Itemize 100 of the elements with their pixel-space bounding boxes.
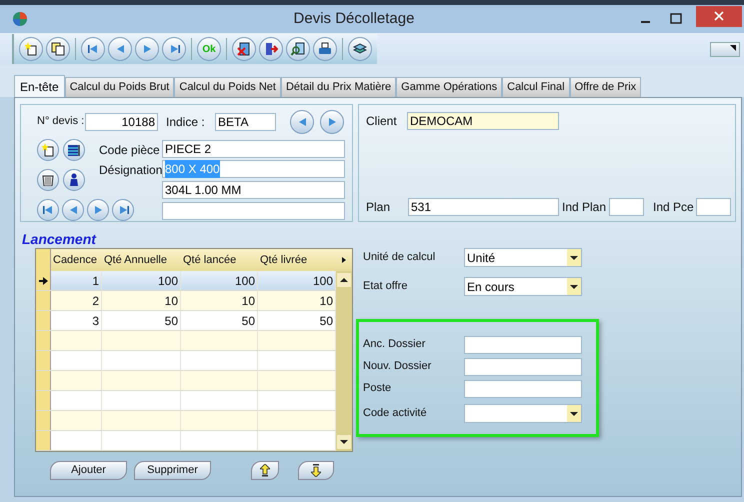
previous-button[interactable] [62,199,84,221]
person-icon [68,173,80,187]
client-field[interactable]: DEMOCAM [407,112,559,130]
new-document-icon [42,143,54,157]
exit-button[interactable] [259,37,283,61]
copy-button[interactable] [46,37,70,61]
first-button[interactable] [37,199,59,221]
table-button[interactable] [63,139,85,161]
table-row[interactable]: 1 100 100 100 [36,271,336,291]
code-piece-field[interactable]: PIECE 2 [162,140,345,158]
devis-label: N° devis : [37,114,85,130]
printer-icon [318,42,332,56]
tab[interactable]: Calcul du Poids Brut [64,77,174,97]
search-button[interactable] [286,37,310,61]
corner-arrow-icon [730,44,736,50]
delete-document-icon [237,42,251,56]
next-button[interactable] [87,199,109,221]
previous-icon [114,44,126,54]
exit-door-icon [264,42,278,56]
maximize-icon[interactable] [670,13,682,25]
table-cell: 1 [51,271,102,290]
column-header[interactable]: Qté Annuelle [102,249,181,271]
dropdown[interactable]: En cours [464,277,582,296]
close-icon [714,11,724,21]
plan-field[interactable]: 531 [408,198,559,216]
scroll-up-icon[interactable] [337,273,351,287]
tab[interactable]: Calcul Final [502,77,570,97]
indice-field[interactable]: BETA [215,112,276,130]
scroll-right-icon[interactable] [342,257,346,263]
menu-button[interactable] [710,42,740,56]
layers-button[interactable] [348,37,372,61]
dropdown[interactable]: Unité [464,248,582,267]
vertical-scrollbar[interactable] [336,271,352,451]
layers-icon [353,42,367,56]
designation-field[interactable]: 304L 1.00 MM [162,181,345,199]
tab[interactable]: Gamme Opérations [396,77,502,97]
close-button[interactable] [696,6,742,26]
first-icon [42,205,54,215]
search-icon [291,42,305,56]
tab[interactable]: Détail du Prix Matière [280,77,396,97]
new-button[interactable] [37,139,59,161]
table-cell: 50 [181,311,258,330]
table-row[interactable]: 3 50 50 50 [36,311,336,331]
new-document-icon [24,42,38,56]
window-title: Devis Décolletage [292,8,416,29]
indice-label: Indice : [166,114,206,130]
new-button[interactable] [19,37,43,61]
code-piece-label: Code pièce [99,142,161,159]
previous-icon [68,205,78,215]
last-icon [118,205,128,215]
print-button[interactable] [313,37,337,61]
table-cell: 100 [102,271,181,290]
setting-label: Etat offre [363,279,408,294]
table-cell: 2 [51,291,102,310]
dossier-label: Anc. Dossier [363,337,426,352]
lancement-title: Lancement [22,230,98,248]
ind-plan-field[interactable] [609,198,644,216]
ind-plan-label: Ind Plan [562,199,608,216]
column-header[interactable]: Qté livrée [258,249,336,271]
move-down-button[interactable] [298,461,334,480]
designation-field[interactable] [162,202,345,220]
remove-button[interactable]: Supprimer [134,461,211,480]
column-header[interactable]: Cadence [51,249,102,271]
scroll-down-icon[interactable] [337,435,351,449]
devis-field[interactable]: 10188 [85,112,158,130]
table-row[interactable]: 2 10 10 10 [36,291,336,311]
dossier-label: Poste [363,381,392,396]
next-icon [92,205,104,215]
row-header [36,249,51,271]
up-arrow-icon [260,464,270,477]
previous-button[interactable] [108,37,132,61]
client-label: Client [366,113,398,130]
down-arrow-icon [311,464,321,477]
next-button[interactable] [135,37,159,61]
last-button[interactable] [112,199,134,221]
first-button[interactable] [81,37,105,61]
dossier-field[interactable] [464,358,582,376]
add-button[interactable]: Ajouter [50,461,127,480]
previous-button[interactable] [290,110,314,134]
tab[interactable]: En-tête [14,75,65,97]
tab[interactable]: Calcul du Poids Net [174,77,281,97]
setting-label: Unité de calcul [363,250,436,266]
delete-button[interactable] [232,37,256,61]
move-up-button[interactable] [251,461,279,480]
next-icon [142,44,152,54]
next-button[interactable] [320,110,344,134]
current-row-arrow-icon [38,276,48,284]
tab[interactable]: Offre de Prix [570,77,642,97]
last-button[interactable] [162,37,186,61]
dossier-field[interactable] [464,336,582,354]
dossier-field[interactable] [464,380,582,398]
delete-button[interactable] [37,169,59,191]
user-button[interactable] [63,169,85,191]
copy-icon [51,42,65,56]
row-header[interactable] [36,271,51,290]
ind-pce-field[interactable] [696,198,731,216]
table-cell: 50 [102,311,181,330]
dropdown[interactable] [464,404,582,423]
first-icon [88,44,98,54]
column-header[interactable]: Qté lancée [181,249,258,271]
